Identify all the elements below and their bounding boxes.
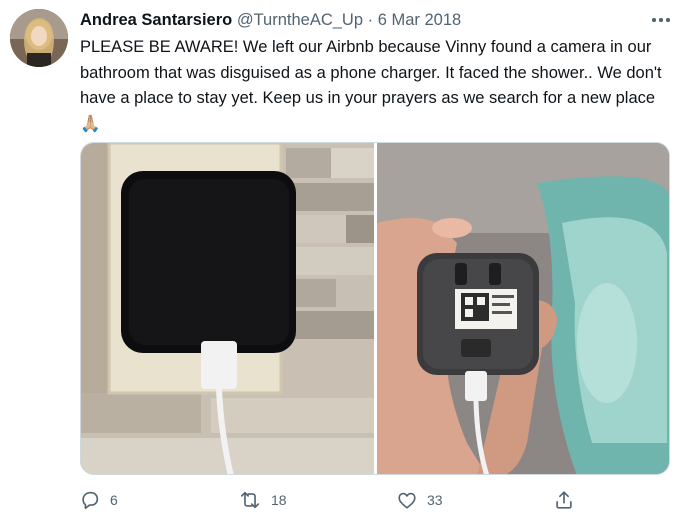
- like-button[interactable]: 33: [396, 487, 443, 513]
- reply-icon: [82, 491, 99, 510]
- share-button[interactable]: [553, 487, 575, 513]
- avatar-image: [10, 9, 68, 67]
- tweet-date[interactable]: 6 Mar 2018: [378, 11, 461, 29]
- more-dots-icon[interactable]: [648, 10, 674, 28]
- tweet-actions: 6 18 33: [0, 487, 680, 515]
- reply-count: 6: [110, 492, 118, 508]
- separator-dot: ·: [363, 11, 378, 29]
- like-count: 33: [427, 492, 443, 508]
- share-icon: [556, 491, 572, 509]
- tweet-header: Andrea Santarsiero @TurntheAC_Up · 6 Mar…: [80, 9, 461, 31]
- retweet-icon: [240, 491, 260, 509]
- photo-charger-in-hand[interactable]: [377, 143, 669, 474]
- tweet-card: Andrea Santarsiero @TurntheAC_Up · 6 Mar…: [0, 0, 680, 517]
- author-name[interactable]: Andrea Santarsiero: [80, 11, 232, 29]
- reply-button[interactable]: 6: [79, 487, 118, 513]
- heart-icon: [398, 492, 416, 509]
- avatar[interactable]: [10, 9, 68, 67]
- retweet-count: 18: [271, 492, 287, 508]
- retweet-button[interactable]: 18: [238, 487, 287, 513]
- author-handle[interactable]: @TurntheAC_Up: [237, 11, 363, 29]
- tweet-text: PLEASE BE AWARE! We left our Airbnb beca…: [80, 38, 667, 133]
- tweet-media[interactable]: [80, 142, 670, 475]
- photo-charger-on-wall[interactable]: [81, 143, 374, 474]
